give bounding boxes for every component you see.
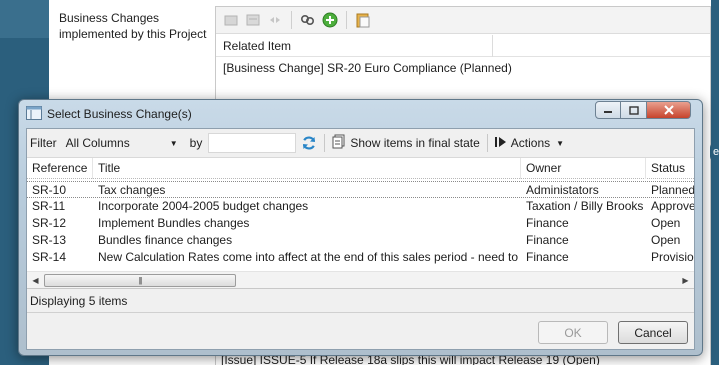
dialog-client-area: Filter All Columns ▼ by Show items in fi…	[26, 128, 695, 350]
link-chain-icon[interactable]	[299, 11, 317, 29]
table-row[interactable]: SR-14 New Calculation Rates come into af…	[27, 249, 694, 266]
close-button[interactable]	[647, 101, 691, 119]
cell-title: Tax changes	[98, 183, 166, 197]
by-label: by	[189, 136, 203, 150]
cell-reference: SR-10	[32, 183, 67, 197]
toolbar-separator	[486, 134, 488, 152]
cell-owner: Finance	[526, 233, 569, 247]
filter-column-value: All Columns	[65, 136, 130, 150]
filter-column-dropdown[interactable]: All Columns ▼	[62, 133, 183, 153]
cell-owner: Finance	[526, 250, 569, 264]
actions-menu-button[interactable]: Actions ▼	[492, 132, 567, 154]
refresh-icon[interactable]	[298, 133, 320, 153]
related-item-header-label: Related Item	[223, 39, 292, 53]
business-changes-label: Business Changes implemented by this Pro…	[59, 11, 207, 41]
cell-reference: SR-11	[32, 199, 66, 213]
disabled-link-icon[interactable]	[266, 11, 284, 29]
cell-owner: Finance	[526, 216, 569, 230]
scroll-right-icon[interactable]: ▶	[677, 272, 694, 288]
cell-owner: Administators	[526, 183, 599, 197]
select-business-change-dialog: Select Business Change(s) Filter All Col…	[18, 99, 703, 356]
cell-title: Bundles finance changes	[98, 233, 233, 247]
table-row[interactable]: SR-10 Tax changes Administators Planned	[27, 181, 694, 198]
sidebar-band	[0, 0, 49, 38]
cell-reference: SR-12	[32, 216, 67, 230]
cell-status: Open	[651, 216, 681, 230]
grid-header: Reference Title Owner Status	[27, 158, 694, 179]
toolbar-separator	[324, 134, 326, 152]
app-right-edge	[711, 0, 719, 365]
clipboard-icon[interactable]	[354, 11, 372, 29]
column-header-status[interactable]: Status	[646, 158, 694, 179]
table-row[interactable]: SR-13 Bundles finance changes Finance Op…	[27, 232, 694, 249]
cell-status: Planned	[651, 183, 694, 197]
show-final-state-label: Show items in final state	[350, 136, 480, 150]
business-change-grid: Reference Title Owner Status SR-10 Tax c…	[27, 157, 694, 289]
cell-title: New Calculation Rates come into affect a…	[98, 250, 521, 264]
filter-text-input[interactable]	[208, 133, 297, 153]
maximize-button[interactable]	[621, 101, 647, 119]
dropdown-arrow-icon: ▼	[556, 138, 565, 148]
ok-button[interactable]: OK	[538, 321, 608, 344]
dialog-titlebar[interactable]: Select Business Change(s)	[19, 100, 702, 128]
side-badge[interactable]: e	[710, 142, 719, 162]
document-icon	[332, 134, 346, 152]
window-icon	[26, 106, 42, 120]
scroll-left-icon[interactable]: ◀	[27, 272, 44, 288]
horizontal-scrollbar[interactable]: ◀ ||| ▶	[27, 271, 694, 288]
cell-status: Approved	[651, 199, 694, 213]
cell-reference: SR-13	[32, 233, 67, 247]
toolbar-separator	[291, 11, 292, 29]
table-row[interactable]: SR-11 Incorporate 2004-2005 budget chang…	[27, 198, 694, 215]
column-divider	[492, 35, 493, 57]
add-icon[interactable]	[321, 11, 339, 29]
related-item-column-header[interactable]: Related Item	[216, 35, 710, 57]
column-header-title[interactable]: Title	[93, 158, 521, 179]
cell-title: Incorporate 2004-2005 budget changes	[98, 199, 309, 213]
dialog-title: Select Business Change(s)	[47, 107, 192, 121]
column-header-reference[interactable]: Reference	[27, 158, 93, 179]
filter-label: Filter	[30, 136, 57, 150]
cell-title: Implement Bundles changes	[98, 216, 250, 230]
cell-status: Provisional	[651, 250, 694, 264]
column-header-owner[interactable]: Owner	[521, 158, 646, 179]
cell-reference: SR-14	[32, 250, 67, 264]
item-count-text: Displaying 5 items	[30, 294, 128, 308]
window-controls	[595, 101, 691, 119]
cancel-button[interactable]: Cancel	[618, 321, 688, 344]
status-bar: Displaying 5 items	[27, 290, 694, 313]
show-final-state-button[interactable]: Show items in final state	[329, 132, 482, 154]
cell-status: Open	[651, 233, 681, 247]
cell-owner: Taxation / Billy Brooks	[526, 199, 644, 213]
toolbar-separator	[346, 11, 347, 29]
actions-label: Actions	[510, 136, 551, 150]
related-item-row[interactable]: [Business Change] SR-20 Euro Compliance …	[223, 60, 512, 76]
dropdown-arrow-icon: ▼	[169, 138, 178, 148]
related-items-toolbar	[216, 7, 710, 34]
actions-icon	[494, 136, 507, 151]
filter-toolbar: Filter All Columns ▼ by Show items in fi…	[27, 129, 694, 157]
table-row[interactable]: SR-12 Implement Bundles changes Finance …	[27, 215, 694, 232]
disabled-list-icon[interactable]	[244, 11, 262, 29]
scrollbar-thumb[interactable]: |||	[44, 274, 236, 287]
minimize-button[interactable]	[595, 101, 621, 119]
disabled-grid-icon[interactable]	[222, 11, 240, 29]
